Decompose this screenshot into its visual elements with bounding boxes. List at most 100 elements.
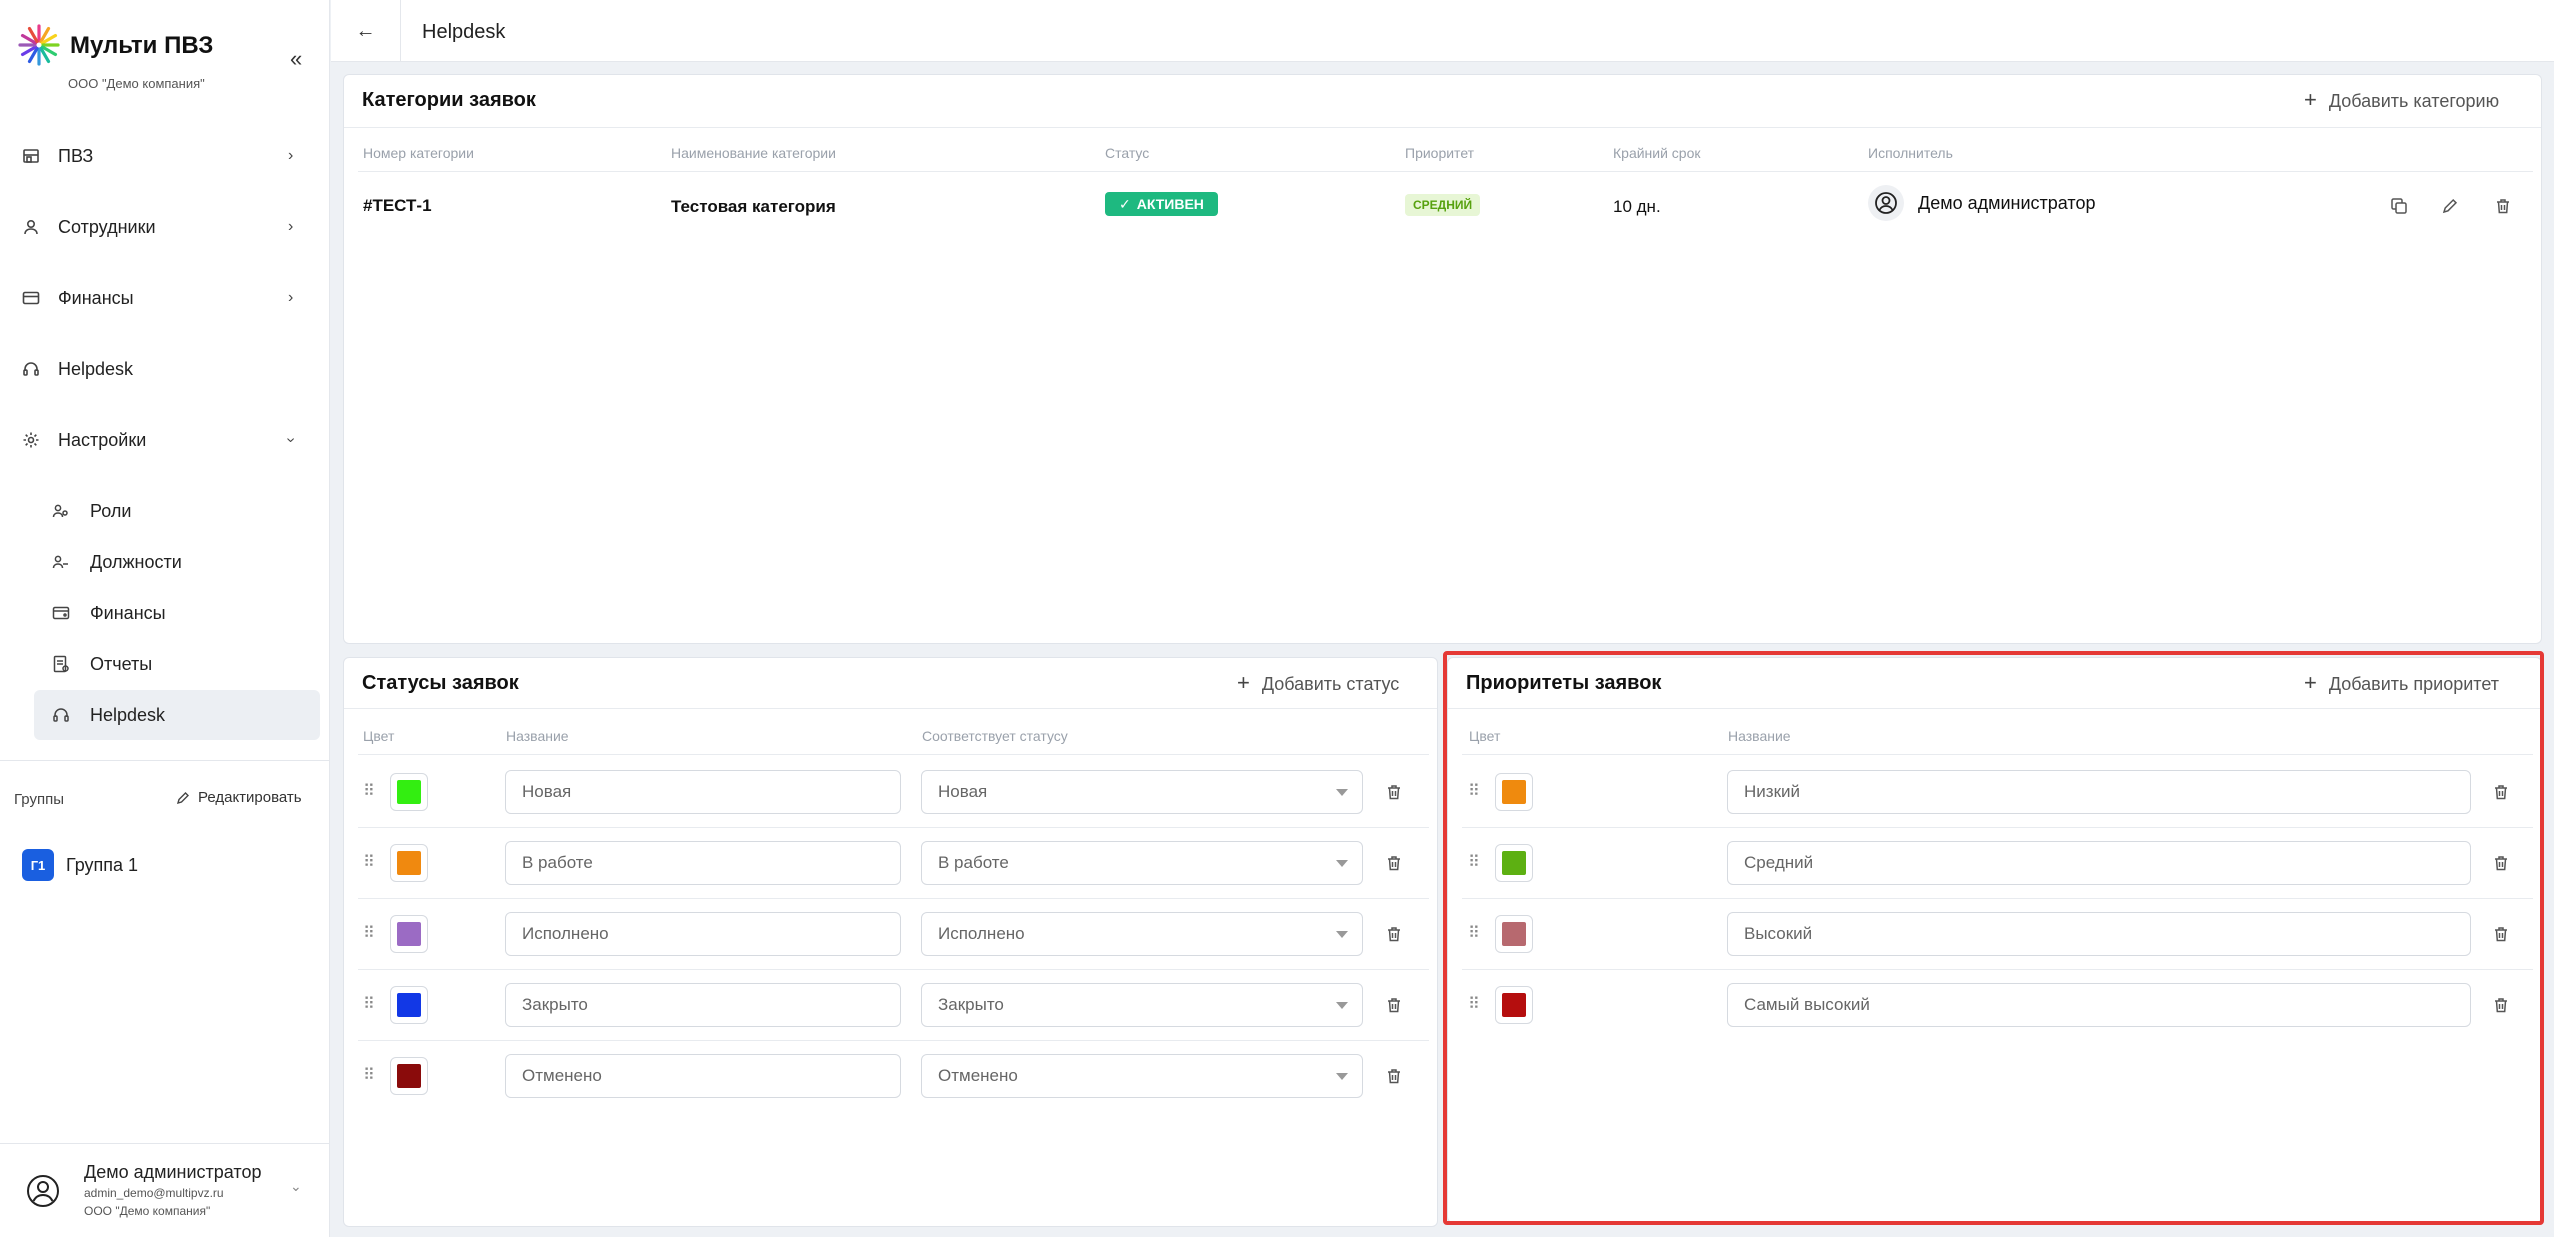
status-name-input[interactable]: Закрыто [505, 983, 901, 1027]
add-priority-label: Добавить приоритет [2328, 674, 2499, 694]
status-name-input[interactable]: Исполнено [505, 912, 901, 956]
status-map-select[interactable]: Новая [921, 770, 1363, 814]
copy-icon[interactable] [2388, 195, 2410, 217]
groups-edit-button[interactable]: Редактировать [176, 789, 302, 806]
priority-name-input[interactable]: Средний [1727, 841, 2471, 885]
page-title: Helpdesk [422, 21, 506, 43]
select-value: Отменено [938, 1066, 1018, 1085]
sidebar-item-positions[interactable]: Должности [34, 537, 320, 587]
nav-item-settings[interactable]: Настройки › [0, 412, 330, 468]
drag-handle-icon[interactable]: ⠿ [1468, 852, 1480, 872]
color-swatch [1502, 851, 1526, 875]
add-category-label: Добавить категорию [2328, 91, 2500, 111]
priority-name-input[interactable]: Самый высокий [1727, 983, 2471, 1027]
trash-icon[interactable] [2492, 195, 2514, 217]
divider [358, 827, 1429, 828]
trash-icon[interactable] [1384, 995, 1404, 1015]
add-category-button[interactable]: + Добавить категорию [2304, 87, 2499, 113]
color-picker[interactable] [1495, 844, 1533, 882]
user-menu[interactable]: Демо администратор admin_demo@multipvz.r… [0, 1143, 330, 1237]
collapse-sidebar-icon[interactable]: « [290, 46, 302, 72]
sidebar-item-roles[interactable]: Роли [34, 486, 320, 536]
status-name-input[interactable]: Новая [505, 770, 901, 814]
trash-icon[interactable] [2491, 995, 2511, 1015]
headset-icon [53, 708, 69, 722]
drag-handle-icon[interactable]: ⠿ [363, 1065, 375, 1085]
divider [344, 708, 1437, 709]
trash-icon[interactable] [1384, 1066, 1404, 1086]
color-picker[interactable] [390, 1057, 428, 1095]
trash-icon[interactable] [1384, 782, 1404, 802]
divider [358, 171, 2533, 172]
divider [1462, 754, 2533, 755]
drag-handle-icon[interactable]: ⠿ [1468, 994, 1480, 1014]
brand-logo-icon [18, 24, 60, 66]
color-swatch [397, 1064, 421, 1088]
color-picker[interactable] [390, 773, 428, 811]
priority-name-input[interactable]: Высокий [1727, 912, 2471, 956]
column-header: Название [506, 728, 569, 744]
back-arrow-icon[interactable]: ← [331, 0, 401, 62]
nav-label: Финансы [58, 287, 134, 308]
status-name-input[interactable]: В работе [505, 841, 901, 885]
user-email: admin_demo@multipvz.ru [84, 1186, 224, 1200]
trash-icon[interactable] [2491, 782, 2511, 802]
trash-icon[interactable] [2491, 924, 2511, 944]
drag-handle-icon[interactable]: ⠿ [1468, 781, 1480, 801]
sidebar-item-label: Должности [90, 551, 182, 572]
caret-down-icon [1336, 931, 1348, 938]
report-icon [53, 655, 69, 673]
drag-handle-icon[interactable]: ⠿ [363, 994, 375, 1014]
trash-icon[interactable] [1384, 853, 1404, 873]
nav-item-helpdesk[interactable]: Helpdesk [0, 341, 330, 397]
color-picker[interactable] [390, 986, 428, 1024]
status-map-select[interactable]: Исполнено [921, 912, 1363, 956]
drag-handle-icon[interactable]: ⠿ [363, 923, 375, 943]
add-priority-button[interactable]: + Добавить приоритет [2304, 670, 2499, 696]
trash-icon[interactable] [2491, 853, 2511, 873]
add-status-button[interactable]: + Добавить статус [1237, 670, 1399, 696]
sidebar-item-reports[interactable]: Отчеты [34, 639, 320, 689]
status-name-input[interactable]: Отменено [505, 1054, 901, 1098]
nav-item-pvz[interactable]: ПВЗ › [0, 128, 330, 184]
color-picker[interactable] [1495, 915, 1533, 953]
brand[interactable]: Мульти ПВЗ [18, 24, 213, 66]
status-map-select[interactable]: Закрыто [921, 983, 1363, 1027]
color-swatch [397, 922, 421, 946]
sidebar-item-helpdesk[interactable]: Helpdesk [34, 690, 320, 740]
nav-item-finance[interactable]: Финансы › [0, 270, 330, 326]
assignee-name: Демо администратор [1918, 192, 2096, 213]
group-item[interactable]: Г1 Группа 1 [22, 849, 138, 881]
sidebar-item-label: Роли [90, 500, 132, 521]
drag-handle-icon[interactable]: ⠿ [363, 852, 375, 872]
divider [1462, 827, 2533, 828]
chevron-right-icon: › [288, 147, 294, 164]
nav-item-employees[interactable]: Сотрудники › [0, 199, 330, 255]
priority-name-input[interactable]: Низкий [1727, 770, 2471, 814]
status-map-select[interactable]: Отменено [921, 1054, 1363, 1098]
color-picker[interactable] [1495, 986, 1533, 1024]
status-badge: ✓ АКТИВЕН [1105, 192, 1218, 216]
edit-icon[interactable] [2439, 195, 2461, 217]
sidebar-item-label: Отчеты [90, 653, 153, 674]
color-picker[interactable] [390, 915, 428, 953]
color-swatch [1502, 922, 1526, 946]
column-header: Крайний срок [1613, 145, 1701, 161]
column-header: Приоритет [1405, 145, 1475, 161]
status-badge-label: АКТИВЕН [1136, 196, 1204, 212]
drag-handle-icon[interactable]: ⠿ [1468, 923, 1480, 943]
priorities-panel: Приоритеты заявок + Добавить приоритет Цв… [1447, 657, 2542, 1223]
headset-icon [23, 362, 39, 376]
column-header: Название [1728, 728, 1791, 744]
trash-icon[interactable] [1384, 924, 1404, 944]
color-picker[interactable] [1495, 773, 1533, 811]
sidebar-item-finance[interactable]: Финансы [34, 588, 320, 638]
status-map-select[interactable]: В работе [921, 841, 1363, 885]
drag-handle-icon[interactable]: ⠿ [363, 781, 375, 801]
divider [358, 898, 1429, 899]
company-name: ООО "Демо компания" [68, 76, 205, 91]
pencil-icon [176, 791, 189, 804]
color-picker[interactable] [390, 844, 428, 882]
divider [1462, 969, 2533, 970]
column-header: Цвет [363, 728, 395, 744]
